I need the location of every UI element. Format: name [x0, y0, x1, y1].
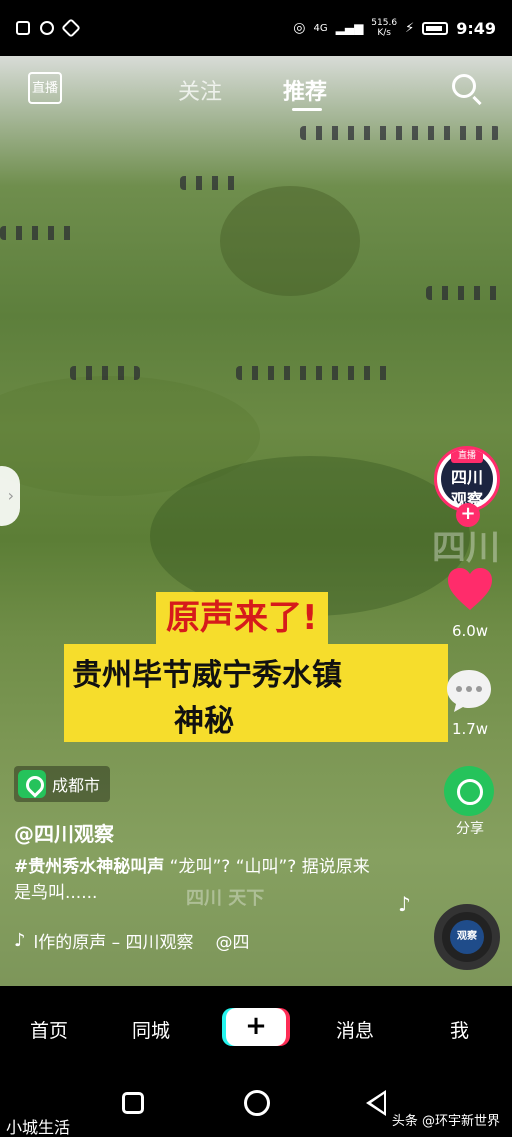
video-scenery	[180, 176, 240, 190]
search-icon[interactable]	[452, 74, 476, 98]
avatar-live-badge: 直播	[451, 449, 483, 463]
music-info[interactable]: ♪ l作的原声 – 四川观察 @四	[14, 928, 284, 953]
music-disc-label: 观察	[450, 920, 484, 954]
status-bar: ◎ 4G ▂▄▆ 515.6 K/s ⚡ 9:49	[0, 0, 512, 56]
nav-profile[interactable]: 我	[450, 1016, 469, 1043]
video-scenery	[220, 186, 360, 296]
network-type: 4G	[313, 22, 328, 34]
network-speed: 515.6 K/s	[371, 18, 398, 38]
side-drawer-handle[interactable]: ›	[0, 466, 20, 526]
home-icon[interactable]	[244, 1090, 270, 1116]
heart-icon[interactable]	[446, 566, 494, 612]
status-right: ◎ 4G ▂▄▆ 515.6 K/s ⚡ 9:49	[293, 18, 496, 38]
share-label: 分享	[456, 821, 484, 837]
corner-watermark-right: 头条 @环宇新世界	[391, 1114, 500, 1129]
feed-top-nav: 直播 关注 推荐	[0, 70, 512, 111]
corner-watermark-left: 小城生活	[6, 1118, 71, 1137]
video-caption-title: 原声来了!	[156, 592, 328, 644]
location-label: 成都市	[52, 776, 101, 795]
location-tag[interactable]: 成都市	[14, 766, 111, 802]
video-scenery	[426, 286, 506, 300]
back-icon[interactable]	[366, 1090, 386, 1116]
video-scenery	[300, 126, 500, 140]
battery-icon	[422, 21, 449, 35]
charging-icon: ⚡	[405, 20, 415, 36]
live-button[interactable]: 直播	[28, 72, 62, 104]
nav-messages[interactable]: 消息	[336, 1016, 374, 1043]
nav-home[interactable]: 首页	[30, 1016, 68, 1043]
signal-icon: ▂▄▆	[335, 21, 364, 35]
video-watermark: 四川	[432, 528, 500, 568]
video-description: #贵州秀水神秘叫声 “龙叫”? “山叫”? 据说原来是鸟叫......	[14, 854, 384, 906]
nav-local[interactable]: 同城	[132, 1016, 170, 1043]
layers-icon	[61, 18, 81, 38]
video-scenery	[236, 366, 396, 380]
share-icon[interactable]	[444, 766, 494, 816]
music-title: l作的原声 – 四川观察	[33, 933, 194, 953]
follow-button[interactable]: +	[456, 503, 480, 527]
active-tab-indicator	[292, 108, 322, 111]
video-scenery	[70, 366, 140, 380]
comment-icon[interactable]	[444, 666, 494, 716]
status-left-icons	[16, 18, 81, 38]
video-scenery	[0, 226, 80, 240]
tiktok-icon: ♪	[14, 930, 26, 951]
hashtag[interactable]: #贵州秀水神秘叫声	[14, 857, 164, 877]
app-notification-icon	[40, 21, 54, 35]
hotspot-icon: ◎	[293, 20, 306, 36]
location-pin-icon	[18, 770, 46, 798]
bottom-nav: 首页 同城 + 消息 我	[0, 986, 512, 1070]
comment-count: 1.7w	[451, 720, 489, 738]
video-caption-line1: 贵州毕节威宁秀水镇	[72, 658, 342, 693]
clock: 9:49	[456, 18, 496, 38]
tab-recommended[interactable]: 推荐	[283, 74, 327, 106]
music-title-tail: @四	[215, 933, 250, 953]
music-note-icon: ♪	[398, 892, 411, 916]
notification-icon	[16, 21, 30, 35]
author-name[interactable]: @四川观察	[14, 818, 114, 847]
create-button[interactable]: +	[226, 1008, 286, 1046]
video-caption-line2: 神秘	[174, 704, 234, 739]
like-count: 6.0w	[451, 622, 489, 640]
recent-apps-icon[interactable]	[122, 1092, 144, 1114]
music-disc[interactable]: 观察	[434, 904, 500, 970]
video-caption-box: 贵州毕节威宁秀水镇 神秘	[64, 644, 448, 742]
tab-following[interactable]: 关注	[178, 74, 222, 106]
